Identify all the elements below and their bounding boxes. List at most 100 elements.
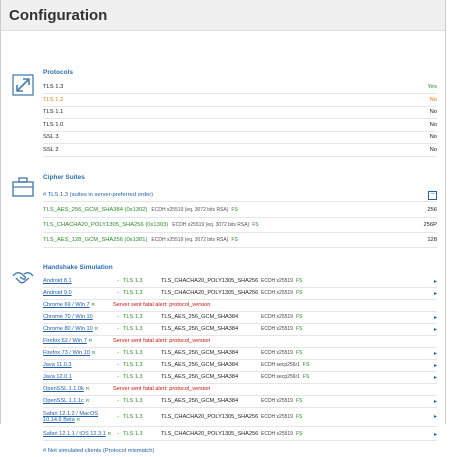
protocol-row: TLS 1.1 No bbox=[43, 106, 437, 119]
client-name[interactable]: Firefox 73 / Win 10 bbox=[43, 350, 90, 356]
client-name[interactable]: Chrome 80 / Win 10 bbox=[43, 326, 93, 332]
kx-label: ECDH x25519 bbox=[261, 314, 293, 320]
client-link[interactable]: OpenSSL 1.1.1c R bbox=[43, 398, 113, 404]
client-link[interactable]: Safari 12.1.1 / iOS 12.3.1 R bbox=[43, 431, 113, 437]
client-link[interactable]: Chrome 80 / Win 10 R bbox=[43, 326, 113, 332]
cipher-kx: ECDH x25519 (eq. 3072 bits RSA) bbox=[172, 221, 250, 228]
handshake-protocol: TLS 1.3 bbox=[123, 413, 143, 420]
client-name[interactable]: Java 12.0.1 bbox=[43, 374, 72, 380]
handshake-suite: TLS_CHACHA20_POLY1305_SHA256 bbox=[161, 290, 259, 296]
client-link[interactable]: Safari 12.1.2 / MacOS 10.14.6 Beta R bbox=[43, 411, 113, 423]
client-name[interactable]: Safari 12.1.2 / MacOS 10.14.6 Beta bbox=[43, 411, 98, 423]
reference-badge: R bbox=[91, 302, 95, 307]
client-link[interactable]: Java 12.0.1 bbox=[43, 374, 113, 380]
kx-label: ECDH x25519 bbox=[261, 326, 293, 332]
handshake-suite: TLS_CHACHA20_POLY1305_SHA256 bbox=[161, 413, 259, 420]
fs-badge: FS bbox=[302, 374, 310, 380]
reference-badge: R bbox=[88, 338, 93, 343]
result-dash: - bbox=[117, 362, 119, 368]
client-name[interactable]: OpenSSL 1.1.0k bbox=[43, 386, 84, 392]
client-link[interactable]: Firefox 73 / Win 10 R bbox=[43, 350, 113, 356]
client-link[interactable]: OpenSSL 1.1.0k R bbox=[43, 386, 113, 392]
client-link[interactable]: Java 11.0.3 bbox=[43, 362, 113, 368]
result-dash: - bbox=[117, 413, 119, 420]
protocol-name: SSL 3 bbox=[43, 134, 59, 140]
client-link[interactable]: Chrome 70 / Win 10 bbox=[43, 314, 113, 320]
expand-arrow[interactable]: ▸ bbox=[434, 413, 437, 420]
handshake-icon bbox=[12, 271, 34, 284]
handshake-kx: ECDH x25519 FS bbox=[261, 290, 434, 296]
expand-arrow[interactable]: ▸ bbox=[434, 431, 437, 438]
client-name[interactable]: Firefox 62 / Win 7 bbox=[43, 338, 87, 344]
handshake-suite: TLS_CHACHA20_POLY1305_SHA256 bbox=[161, 431, 259, 437]
fs-badge: FS bbox=[252, 221, 259, 228]
reference-badge: R bbox=[91, 350, 96, 355]
client-name[interactable]: Chrome 69 / Win 7 bbox=[43, 302, 90, 308]
expand-arrow[interactable]: ▸ bbox=[434, 314, 437, 321]
cipher-row: TLS_AES_256_GCM_SHA384 (0x1302) ECDH x255… bbox=[43, 202, 437, 218]
reference-badge: R bbox=[85, 398, 90, 403]
expand-arrow[interactable]: ▸ bbox=[434, 278, 437, 285]
expand-arrow[interactable]: ▸ bbox=[434, 398, 437, 405]
client-name[interactable]: OpenSSL 1.1.1c bbox=[43, 398, 84, 404]
result-dash: - bbox=[117, 374, 119, 380]
not-simulated-subhead: # Not simulated clients (Protocol mismat… bbox=[43, 445, 437, 457]
cipher-row: TLS_AES_128_GCM_SHA256 (0x1301) ECDH x255… bbox=[43, 232, 437, 248]
client-link[interactable]: Android 8.1 bbox=[43, 278, 113, 284]
collapse-button[interactable]: − bbox=[428, 190, 437, 200]
page-title: Configuration bbox=[9, 6, 108, 24]
client-name[interactable]: Safari 12.1.1 / iOS 12.3.1 bbox=[43, 431, 106, 437]
handshake-protocol: TLS 1.3 bbox=[123, 374, 143, 380]
cipher-cell: TLS_AES_256_GCM_SHA384 (0x1302) ECDH x255… bbox=[43, 207, 427, 213]
handshake-alert: Server sent fatal alert: protocol_versio… bbox=[113, 338, 211, 344]
kx-label: ECDH secp256r1 bbox=[261, 374, 300, 380]
kx-label: ECDH x25519 bbox=[261, 278, 293, 284]
client-link[interactable]: Firefox 62 / Win 7R bbox=[43, 338, 113, 344]
protocol-name: TLS 1.3 bbox=[43, 84, 64, 90]
cipher-name: TLS_CHACHA20_POLY1305_SHA256 (0x1303) bbox=[43, 221, 169, 228]
client-link[interactable]: Android 9.0 bbox=[43, 290, 113, 296]
handshake-kx: ECDH x25519 FS bbox=[261, 314, 434, 320]
cipher-row: TLS_CHACHA20_POLY1305_SHA256 (0x1303) ECD… bbox=[43, 217, 437, 233]
fs-badge: FS bbox=[295, 326, 303, 332]
expand-arrow[interactable]: ▸ bbox=[434, 374, 437, 381]
protocol-row: TLS 1.3 Yes bbox=[43, 81, 437, 94]
fs-badge: FS bbox=[295, 314, 303, 320]
protocol-support: No bbox=[429, 109, 437, 115]
client-name[interactable]: Android 8.1 bbox=[43, 278, 72, 284]
fs-badge: FS bbox=[231, 206, 238, 213]
client-name[interactable]: Chrome 70 / Win 10 bbox=[43, 314, 93, 320]
client-link[interactable]: Chrome 69 / Win 7R bbox=[43, 302, 113, 308]
expand-arrow[interactable]: ▸ bbox=[434, 290, 437, 297]
result-dash: - bbox=[117, 290, 119, 296]
handshake-protocol: TLS 1.3 bbox=[123, 431, 143, 437]
handshake-suite: TLS_CHACHA20_POLY1305_SHA256 bbox=[161, 278, 259, 284]
handshake-protocol: TLS 1.3 bbox=[123, 314, 143, 320]
fs-badge: FS bbox=[295, 290, 303, 296]
cipher-bits: 256 bbox=[427, 206, 437, 213]
reference-badge: R bbox=[107, 431, 112, 436]
expand-arrow[interactable]: ▸ bbox=[434, 362, 437, 369]
result-dash: - bbox=[117, 314, 119, 320]
expand-arrow[interactable]: ▸ bbox=[434, 326, 437, 333]
handshake-title: Handshake Simulation bbox=[43, 264, 113, 271]
client-name[interactable]: Java 11.0.3 bbox=[43, 362, 72, 368]
fs-badge: FS bbox=[295, 413, 303, 420]
protocol-name: TLS 1.0 bbox=[43, 121, 64, 128]
cipher-subhead-label: # TLS 1.3 (suites in server-preferred or… bbox=[43, 192, 154, 198]
protocol-support: No bbox=[429, 121, 437, 128]
protocol-row: TLS 1.2 No bbox=[43, 94, 437, 107]
result-dash: - bbox=[117, 350, 119, 356]
handshake-protocol: TLS 1.3 bbox=[123, 278, 143, 284]
expand-arrow[interactable]: ▸ bbox=[434, 350, 437, 357]
client-name[interactable]: Android 9.0 bbox=[43, 290, 72, 296]
handshake-row: Safari 12.1.2 / MacOS 10.14.6 Beta R - TLS … bbox=[43, 407, 437, 427]
handshake-suite: TLS_AES_256_GCM_SHA384 bbox=[161, 350, 239, 356]
fs-badge: FS bbox=[302, 362, 310, 368]
fs-badge: FS bbox=[231, 236, 238, 243]
result-dash: - bbox=[117, 326, 119, 332]
cipher-name: TLS_AES_128_GCM_SHA256 (0x1301) bbox=[43, 236, 148, 243]
cipher-name: TLS_AES_256_GCM_SHA384 (0x1302) bbox=[43, 206, 148, 213]
kx-label: ECDH x25519 bbox=[261, 413, 293, 420]
reference-badge: R bbox=[85, 386, 90, 391]
